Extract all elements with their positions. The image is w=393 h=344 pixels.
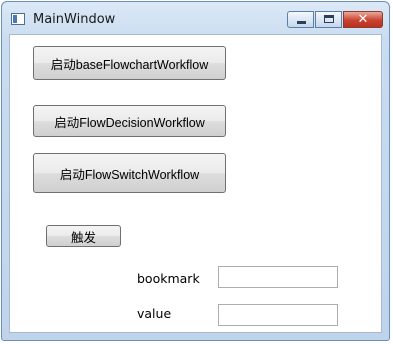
close-icon: ✕ [357,12,369,27]
minimize-button[interactable] [287,11,314,28]
start-base-flowchart-workflow-button[interactable]: 启动baseFlowchartWorkflow [33,46,226,80]
start-flow-switch-workflow-button[interactable]: 启动FlowSwitchWorkflow [33,153,226,193]
window-title: MainWindow [33,12,116,27]
client-area: 启动baseFlowchartWorkflow 启动FlowDecisionWo… [9,34,382,333]
caption-buttons: ✕ [287,11,383,28]
close-button[interactable]: ✕ [343,11,383,28]
value-input[interactable] [218,304,338,326]
minimize-icon [297,21,306,24]
bookmark-input[interactable] [218,266,338,288]
maximize-button[interactable] [315,11,342,28]
trigger-button[interactable]: 触发 [46,225,121,247]
app-window-icon [11,13,25,25]
start-flow-decision-workflow-button[interactable]: 启动FlowDecisionWorkflow [33,105,226,137]
main-window: MainWindow ✕ 启动baseFlowchartWorkflow 启动F… [1,1,390,341]
value-label: value [137,306,172,321]
maximize-icon [324,15,334,23]
bookmark-label: bookmark [137,271,200,286]
title-bar[interactable]: MainWindow ✕ [2,2,389,34]
